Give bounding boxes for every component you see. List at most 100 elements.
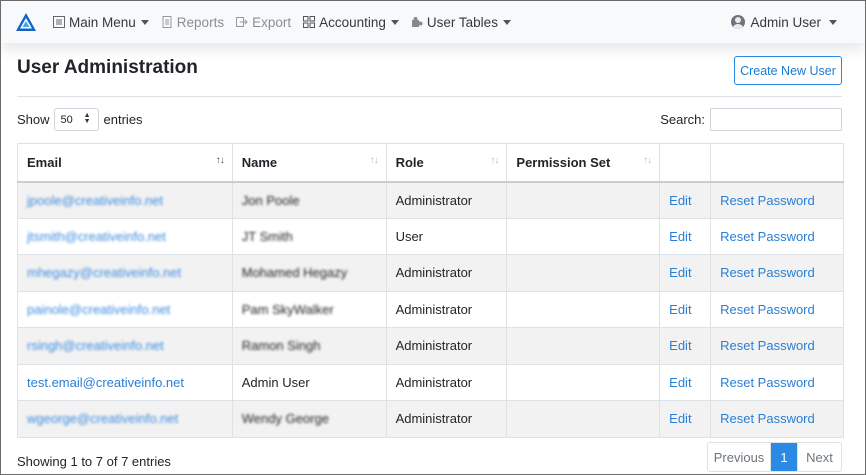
email-link[interactable]: jpoole@creativeinfo.net	[27, 193, 163, 208]
entries-length-control: Show 50 ▲ ▼ entries	[17, 108, 143, 131]
edit-link[interactable]: Edit	[669, 229, 691, 244]
name-cell: Wendy George	[241, 411, 329, 427]
name-cell: Wendy George	[231, 400, 387, 438]
search-control: Search:	[660, 108, 842, 131]
column-header-label: Name	[241, 154, 278, 170]
header-divider	[17, 96, 842, 97]
reset-password-cell: Reset Password	[710, 254, 844, 292]
table-info: Showing 1 to 7 of 7 entries	[17, 454, 171, 469]
edit-cell: Edit	[659, 254, 712, 292]
sort-icon: ↑↓	[643, 155, 652, 166]
reset-password-link[interactable]: Reset Password	[720, 265, 815, 280]
permission-set-cell	[506, 363, 661, 401]
pagination-next[interactable]: Next	[797, 443, 841, 471]
reset-password-link[interactable]: Reset Password	[720, 411, 815, 426]
name-cell: Admin User	[241, 374, 310, 390]
edit-link[interactable]: Edit	[669, 338, 691, 353]
column-header-name[interactable]: Name ↑↓	[231, 143, 387, 183]
edit-link[interactable]: Edit	[669, 265, 691, 280]
top-navbar: Main Menu Reports Export Accounting User…	[1, 1, 865, 43]
role-cell: Administrator	[385, 254, 508, 292]
create-new-user-button[interactable]: Create New User	[734, 56, 842, 85]
email-cell: mhegazy@creativeinfo.net	[17, 254, 233, 292]
reset-password-cell: Reset Password	[710, 290, 844, 328]
search-input[interactable]	[710, 108, 842, 131]
reset-password-cell: Reset Password	[710, 400, 844, 438]
role-cell: Administrator	[385, 290, 508, 328]
name-cell: Ramon Singh	[231, 327, 387, 365]
search-label: Search:	[660, 112, 705, 127]
email-link[interactable]: rsingh@creativeinfo.net	[27, 338, 164, 353]
table-row: wgeorge@creativeinfo.net Wendy George Admi…	[17, 400, 844, 438]
edit-cell: Edit	[659, 181, 712, 219]
document-icon	[161, 16, 173, 28]
chevron-down-icon	[829, 19, 837, 25]
edit-link[interactable]: Edit	[669, 193, 691, 208]
role-cell: Administrator	[385, 181, 508, 219]
name-cell: JT Smith	[241, 228, 293, 244]
pagination: Previous 1 Next	[707, 442, 842, 472]
reset-password-link[interactable]: Reset Password	[720, 375, 815, 390]
reset-password-link[interactable]: Reset Password	[720, 193, 815, 208]
nav-reports[interactable]: Reports	[161, 15, 224, 30]
nav-user-tables-label: User Tables	[426, 14, 498, 30]
nav-export-label: Export	[252, 14, 292, 30]
edit-cell: Edit	[659, 290, 712, 328]
table-body: jpoole@creativeinfo.net Jon Poole Administ…	[17, 181, 844, 438]
email-link[interactable]: test.email@creativeinfo.net	[27, 375, 184, 390]
column-header-role[interactable]: Role ↑↓	[385, 143, 508, 183]
reset-password-link[interactable]: Reset Password	[720, 229, 815, 244]
nav-export[interactable]: Export	[236, 15, 291, 30]
email-link[interactable]: jtsmith@creativeinfo.net	[27, 229, 166, 244]
table-row: test.email@creativeinfo.net Admin User Adm…	[17, 363, 844, 401]
email-link[interactable]: painole@creativeinfo.net	[27, 302, 170, 317]
edit-link[interactable]: Edit	[669, 302, 691, 317]
pagination-page-1[interactable]: 1	[771, 443, 797, 471]
sort-icon: ↑↓	[369, 155, 379, 166]
role-cell: Administrator	[395, 301, 473, 317]
column-header-permission-set[interactable]: Permission Set ↑↓	[506, 143, 661, 183]
table-row: rsingh@creativeinfo.net Ramon Singh Admini…	[17, 327, 844, 365]
email-link[interactable]: wgeorge@creativeinfo.net	[27, 411, 178, 426]
edit-link[interactable]: Edit	[669, 411, 691, 426]
permission-set-cell	[506, 181, 661, 219]
nav-accounting[interactable]: Accounting	[303, 15, 399, 30]
name-cell: Jon Poole	[231, 181, 387, 219]
entries-select[interactable]: 50 ▲ ▼	[53, 108, 99, 131]
chevron-down-icon	[502, 19, 511, 25]
role-cell: Administrator	[385, 400, 508, 438]
page-title: User Administration	[17, 57, 198, 78]
grid-icon	[303, 16, 316, 28]
name-cell: Ramon Singh	[241, 338, 321, 354]
email-cell: test.email@creativeinfo.net	[17, 363, 233, 401]
column-header-label: Permission Set	[516, 154, 611, 170]
reset-password-link[interactable]: Reset Password	[720, 302, 815, 317]
list-icon	[53, 16, 65, 28]
table-row: painole@creativeinfo.net Pam SkyWalker Adm…	[17, 290, 844, 328]
edit-link[interactable]: Edit	[669, 375, 691, 390]
pagination-previous[interactable]: Previous	[708, 443, 771, 471]
puzzle-icon	[411, 16, 423, 28]
users-table: Email ↑↓ Name ↑↓ Role ↑↓ Permission Set …	[17, 143, 844, 438]
column-header-label: Email	[27, 154, 62, 170]
email-link[interactable]: mhegazy@creativeinfo.net	[27, 265, 181, 280]
email-cell: wgeorge@creativeinfo.net	[17, 400, 233, 438]
edit-cell: Edit	[659, 400, 712, 438]
sort-ascending-icon: ↑↓	[215, 155, 225, 166]
nav-main-menu[interactable]: Main Menu	[53, 15, 149, 30]
chevron-down-icon	[140, 19, 149, 25]
sort-icon: ↑↓	[490, 155, 499, 166]
email-cell: jpoole@creativeinfo.net	[17, 181, 233, 219]
reset-password-link[interactable]: Reset Password	[720, 338, 815, 353]
nav-user-tables[interactable]: User Tables	[411, 15, 511, 30]
reset-password-cell: Reset Password	[710, 217, 844, 255]
name-cell: JT Smith	[231, 217, 387, 255]
nav-reports-label: Reports	[176, 14, 225, 30]
column-header-email[interactable]: Email ↑↓	[17, 143, 233, 183]
permission-set-cell	[506, 400, 661, 438]
brand-logo-icon[interactable]	[15, 12, 37, 32]
permission-set-cell	[506, 290, 661, 328]
table-row: mhegazy@creativeinfo.net Mohamed Hegazy Ad…	[17, 254, 844, 292]
entries-label: entries	[103, 112, 143, 127]
user-menu[interactable]: Admin User	[731, 1, 837, 43]
